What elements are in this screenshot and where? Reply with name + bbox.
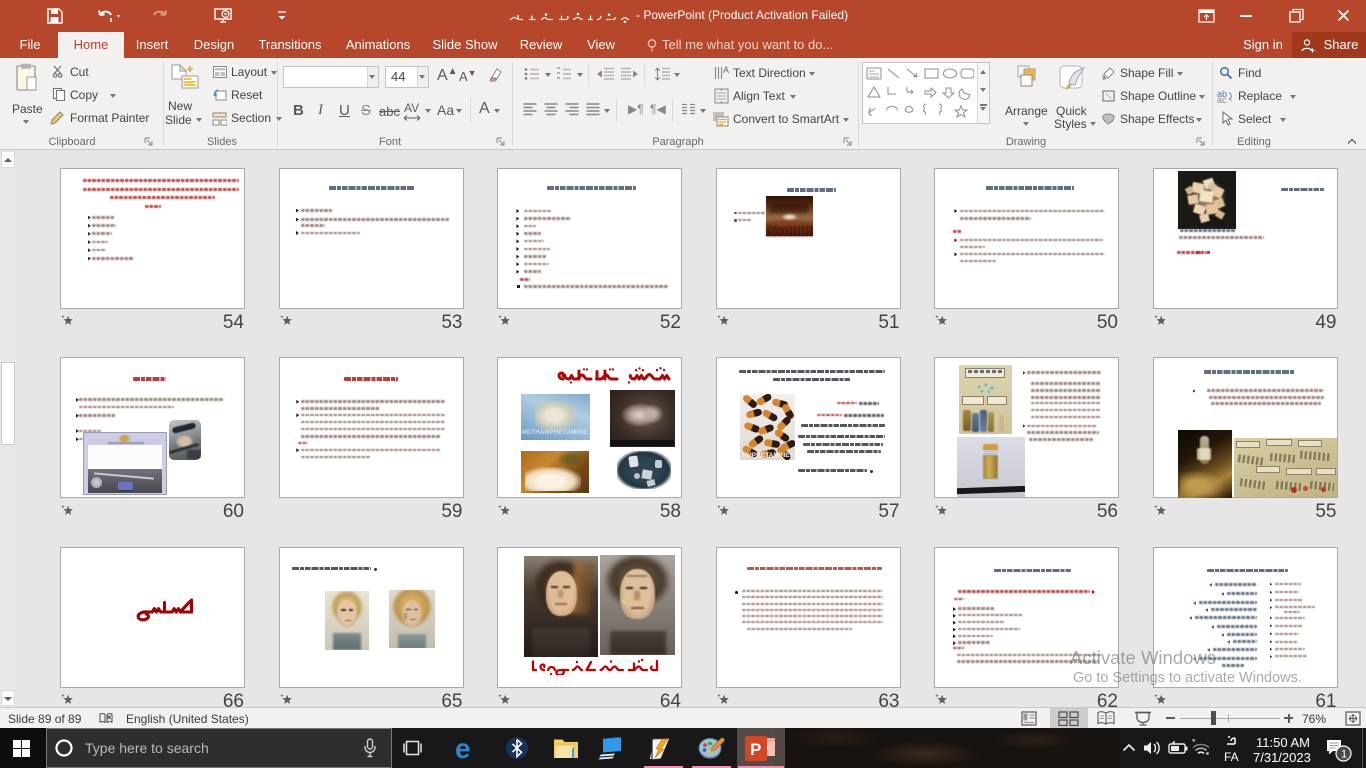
svg-text:*: * (1192, 739, 1196, 747)
svg-text:A: A (723, 65, 729, 75)
svg-text:ac: ac (1217, 95, 1227, 103)
svg-text:P: P (750, 740, 761, 759)
svg-text:e: e (455, 734, 471, 762)
svg-text:1: 1 (1341, 749, 1347, 761)
